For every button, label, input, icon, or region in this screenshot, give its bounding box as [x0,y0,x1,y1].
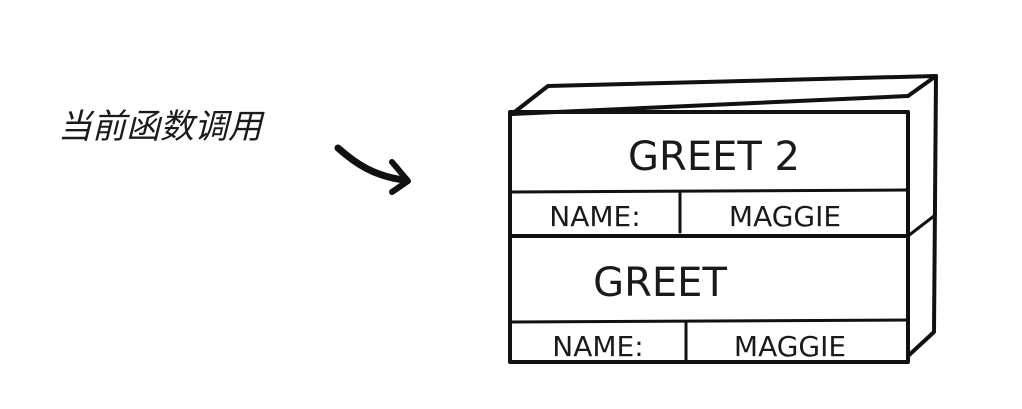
current-call-label: 当前函数调用 [58,107,265,147]
frame-var-label: NAME: [549,200,640,233]
frame-function-name: GREET [593,260,727,306]
frame-var-label: NAME: [552,330,643,363]
frame-var-value: MAGGIE [729,200,841,233]
stack-frame-greet2: GREET 2 NAME: MAGGIE [508,134,910,234]
call-stack-diagram: 当前函数调用 GREET 2 NAME: MAGGIE GREET NAME: … [58,74,938,364]
frame-function-name: GREET 2 [628,134,800,180]
frame-var-value: MAGGIE [734,330,846,363]
pointer-arrow [334,144,411,195]
stack-frame-greet: GREET NAME: MAGGIE [508,260,910,363]
